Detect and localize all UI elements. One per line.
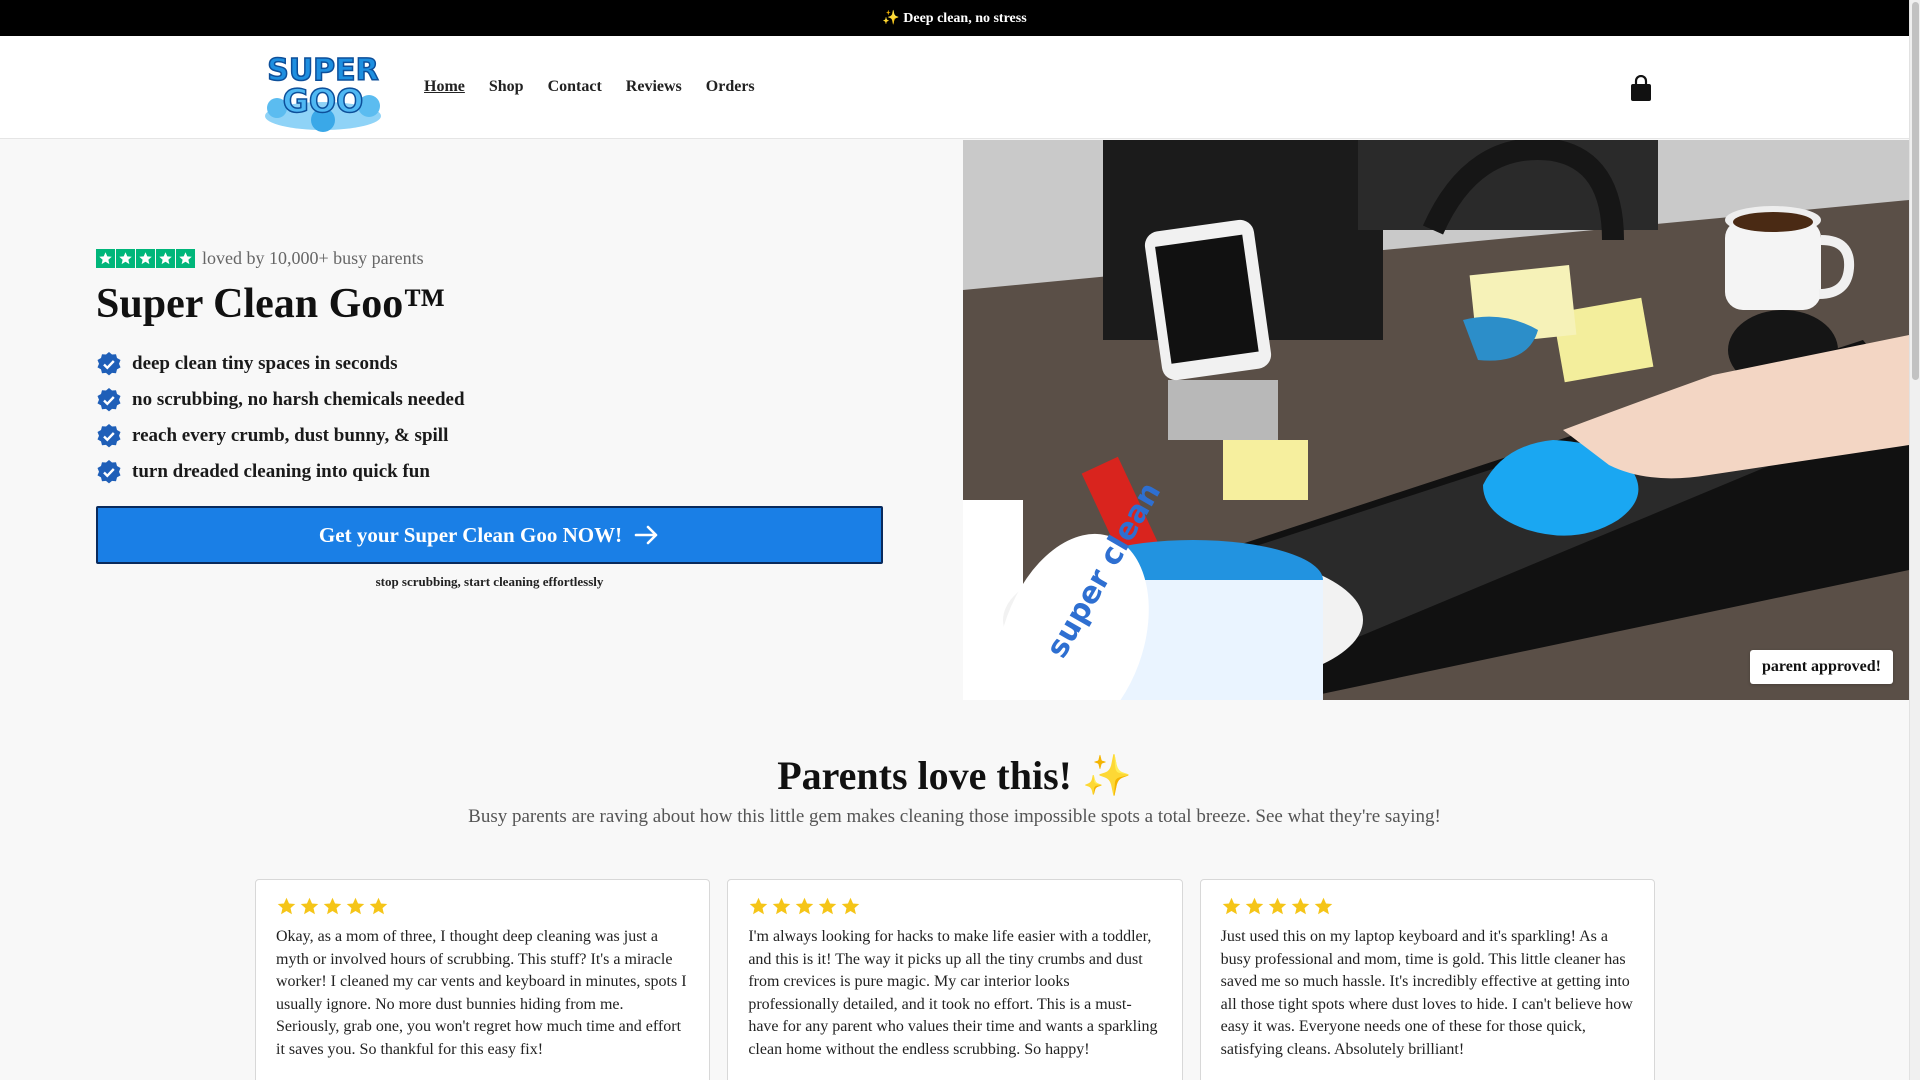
review-cards: Okay, as a mom of three, I thought deep … [255,879,1655,1080]
star-icon [323,897,342,915]
star-icon [96,249,115,268]
announcement-text: ✨ Deep clean, no stress [882,10,1027,26]
hero-content: loved by 10,000+ busy parents Super Clea… [96,140,886,700]
verified-check-icon [97,424,121,448]
nav-home[interactable]: Home [424,78,465,96]
buy-now-button[interactable]: Get your Super Clean Goo NOW! [96,506,883,564]
reviews-title: Parents love this! ✨ [777,753,1132,798]
star-icon [300,897,319,915]
feature-text: deep clean tiny spaces in seconds [132,353,398,374]
nav-shop[interactable]: Shop [489,78,524,96]
reviews-subtitle: Busy parents are raving about how this l… [468,806,1441,827]
parent-approved-badge: parent approved! [1750,650,1893,684]
feature-item: deep clean tiny spaces in seconds [96,346,465,382]
feature-item: no scrubbing, no harsh chemicals needed [96,382,465,418]
feature-text: reach every crumb, dust bunny, & spill [132,425,449,446]
star-icon [773,897,791,915]
nav-reviews[interactable]: Reviews [626,78,682,96]
verified-check-icon [97,460,121,484]
verified-check-icon [97,352,121,376]
scrollbar-thumb[interactable] [1912,2,1919,380]
cta-label: Get your Super Clean Goo NOW! [318,522,623,547]
super-goo-logo[interactable]: SUPER GOO [257,46,389,132]
hero-product-image: super clean parent approved! [963,140,1909,700]
star-icon [116,249,135,268]
announcement-bar: ✨ Deep clean, no stress [0,0,1909,36]
review-text: Just used this on my laptop keyboard and… [1220,928,1633,1058]
cta-subtext: stop scrubbing, start cleaning effortles… [375,574,604,589]
rating-text: loved by 10,000+ busy parents [202,248,424,268]
page-scrollbar[interactable] [1909,0,1920,1080]
verified-check-icon [97,388,121,412]
review-stars [1221,896,1634,918]
star-icon [277,897,296,915]
product-title: Super Clean Goo™ [96,281,446,327]
feature-text: no scrubbing, no harsh chemicals needed [132,389,465,410]
star-icon [156,249,175,268]
review-card: Okay, as a mom of three, I thought deep … [255,879,711,1080]
rating-row: loved by 10,000+ busy parents [96,248,424,269]
review-card: Just used this on my laptop keyboard and… [1199,879,1655,1080]
logo-text-goo: GOO [283,82,364,120]
arrow-right-icon [634,525,658,545]
main-nav: Home Shop Contact Reviews Orders [424,78,755,96]
star-icon [369,897,388,915]
star-icon [1222,897,1240,915]
review-stars [748,896,1161,918]
review-text: Okay, as a mom of three, I thought deep … [276,928,687,1058]
nav-contact[interactable]: Contact [548,78,602,96]
shopping-bag-icon[interactable] [1628,75,1654,103]
star-icon [1245,897,1263,915]
star-icon [750,897,768,915]
star-icon [136,249,155,268]
star-icon [1314,897,1332,915]
feature-item: turn dreaded cleaning into quick fun [96,454,465,490]
feature-list: deep clean tiny spaces in seconds no scr… [96,346,465,490]
trustpilot-stars [96,249,195,268]
site-header: SUPER GOO Home Shop Contact Reviews Orde… [0,36,1909,139]
desk-cleaning-photo: super clean [963,140,1909,700]
review-card: I'm always looking for hacks to make lif… [727,879,1183,1080]
star-icon [346,897,365,915]
star-icon [176,249,195,268]
review-stars [276,896,689,918]
review-text: I'm always looking for hacks to make lif… [748,928,1158,1058]
star-icon [1291,897,1309,915]
feature-text: turn dreaded cleaning into quick fun [132,461,430,482]
star-icon [842,897,860,915]
star-icon [1268,897,1286,915]
star-icon [819,897,837,915]
feature-item: reach every crumb, dust bunny, & spill [96,418,465,454]
nav-orders[interactable]: Orders [706,78,755,96]
star-icon [796,897,814,915]
